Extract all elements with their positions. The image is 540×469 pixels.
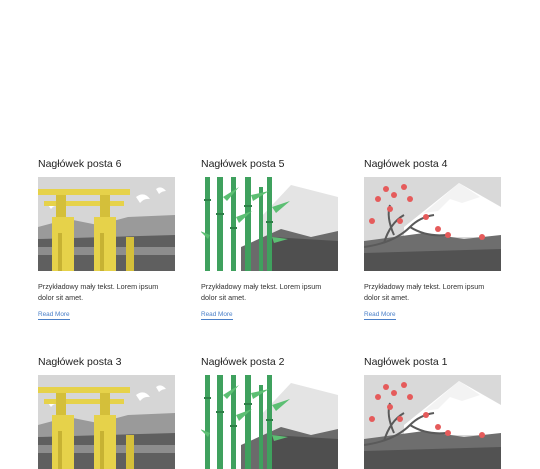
post-thumbnail[interactable] xyxy=(364,177,501,271)
read-more-link[interactable]: Read More xyxy=(364,311,396,320)
read-more-link[interactable]: Read More xyxy=(38,311,70,320)
post-thumbnail[interactable] xyxy=(364,375,501,469)
post-excerpt: Przykładowy mały tekst. Lorem ipsum dolo… xyxy=(364,282,485,302)
torii-gate-image xyxy=(38,177,175,271)
bamboo-image xyxy=(201,177,338,271)
post-thumbnail[interactable] xyxy=(201,375,338,469)
post-card: Nagłówek posta 6 Przykładowy mały tekst.… xyxy=(38,158,175,321)
post-title[interactable]: Nagłówek posta 5 xyxy=(201,158,338,171)
post-card: Nagłówek posta 5 Przykładowy mały tekst.… xyxy=(201,158,338,321)
post-thumbnail[interactable] xyxy=(38,177,175,271)
post-title[interactable]: Nagłówek posta 4 xyxy=(364,158,501,171)
post-excerpt: Przykładowy mały tekst. Lorem ipsum dolo… xyxy=(38,282,159,302)
post-card: Nagłówek posta 1 xyxy=(364,356,501,469)
post-title[interactable]: Nagłówek posta 1 xyxy=(364,356,501,369)
bamboo-image xyxy=(201,375,338,469)
torii-gate-image xyxy=(38,375,175,469)
posts-grid: Nagłówek posta 6 Przykładowy mały tekst.… xyxy=(0,0,540,405)
read-more-link[interactable]: Read More xyxy=(201,311,233,320)
post-title[interactable]: Nagłówek posta 6 xyxy=(38,158,175,171)
post-title[interactable]: Nagłówek posta 3 xyxy=(38,356,175,369)
post-card: Nagłówek posta 3 xyxy=(38,356,175,469)
cherry-blossom-image xyxy=(364,375,501,469)
post-thumbnail[interactable] xyxy=(201,177,338,271)
post-card: Nagłówek posta 4 Przykładowy mały tekst.… xyxy=(364,158,501,321)
post-excerpt: Przykładowy mały tekst. Lorem ipsum dolo… xyxy=(201,282,322,302)
post-card: Nagłówek posta 2 xyxy=(201,356,338,469)
post-title[interactable]: Nagłówek posta 2 xyxy=(201,356,338,369)
post-thumbnail[interactable] xyxy=(38,375,175,469)
cherry-blossom-image xyxy=(364,177,501,271)
